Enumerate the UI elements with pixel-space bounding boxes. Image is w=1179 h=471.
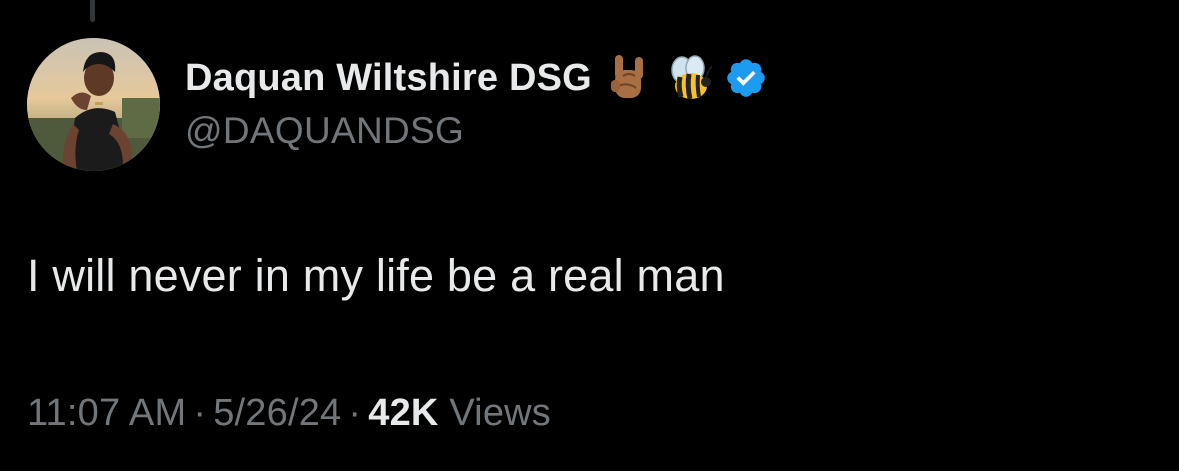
horns-sign-emoji-icon — [606, 52, 652, 104]
name-row: Daquan Wiltshire DSG — [185, 52, 768, 104]
thread-connector-line — [90, 0, 95, 22]
avatar-photo — [27, 38, 160, 171]
avatar[interactable] — [27, 38, 160, 171]
tweet-date[interactable]: 5/26/24 — [213, 392, 341, 434]
tweet-header: Daquan Wiltshire DSG @DAQUANDSG — [185, 52, 768, 152]
tweet-metadata: 11:07 AM · 5/26/24 · 42K Views — [27, 392, 551, 435]
separator-dot: · — [348, 392, 362, 434]
display-name[interactable]: Daquan Wiltshire DSG — [185, 57, 592, 100]
views-label: Views — [449, 392, 552, 434]
tweet-detail: Daquan Wiltshire DSG @DAQUANDSG I will n… — [0, 0, 1179, 471]
tweet-text: I will never in my life be a real man — [27, 250, 725, 301]
verified-badge-icon[interactable] — [724, 56, 768, 100]
honeybee-emoji-icon — [666, 52, 712, 104]
separator-dot: · — [193, 392, 207, 434]
user-handle[interactable]: @DAQUANDSG — [185, 110, 768, 152]
tweet-time[interactable]: 11:07 AM — [27, 392, 186, 434]
views-count[interactable]: 42K — [368, 392, 438, 434]
